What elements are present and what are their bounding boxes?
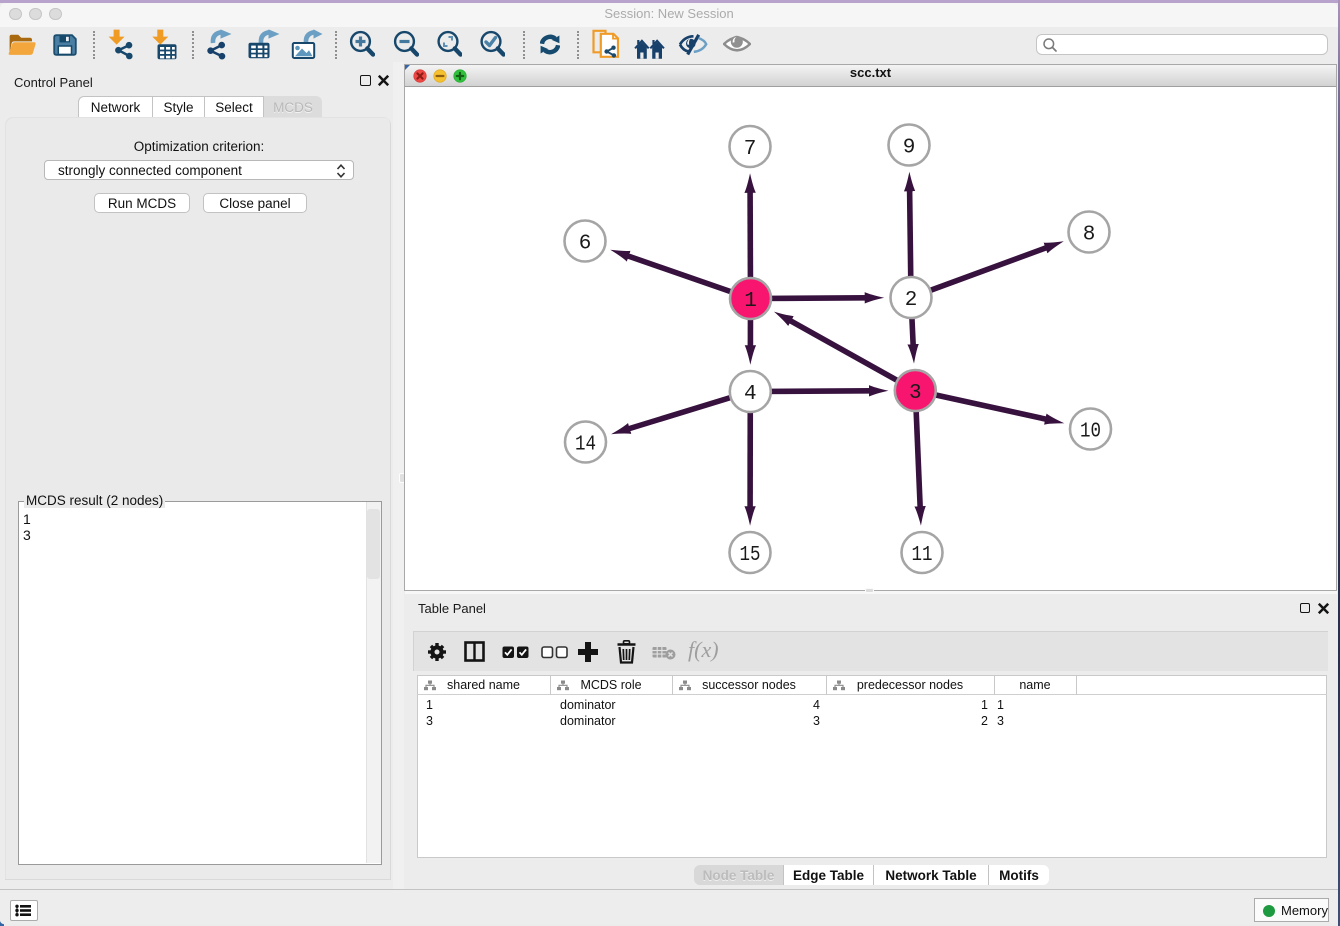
svg-text:15: 15 [740,544,761,567]
svg-text:9: 9 [903,137,916,160]
svg-text:2: 2 [905,289,918,312]
svg-text:1: 1 [744,290,757,313]
svg-text:4: 4 [744,383,757,406]
svg-text:8: 8 [1083,224,1096,247]
svg-text:11: 11 [912,544,933,567]
svg-text:14: 14 [575,434,596,457]
svg-text:10: 10 [1080,421,1101,444]
svg-text:6: 6 [579,233,592,256]
svg-text:7: 7 [744,138,757,161]
svg-text:3: 3 [909,382,922,405]
